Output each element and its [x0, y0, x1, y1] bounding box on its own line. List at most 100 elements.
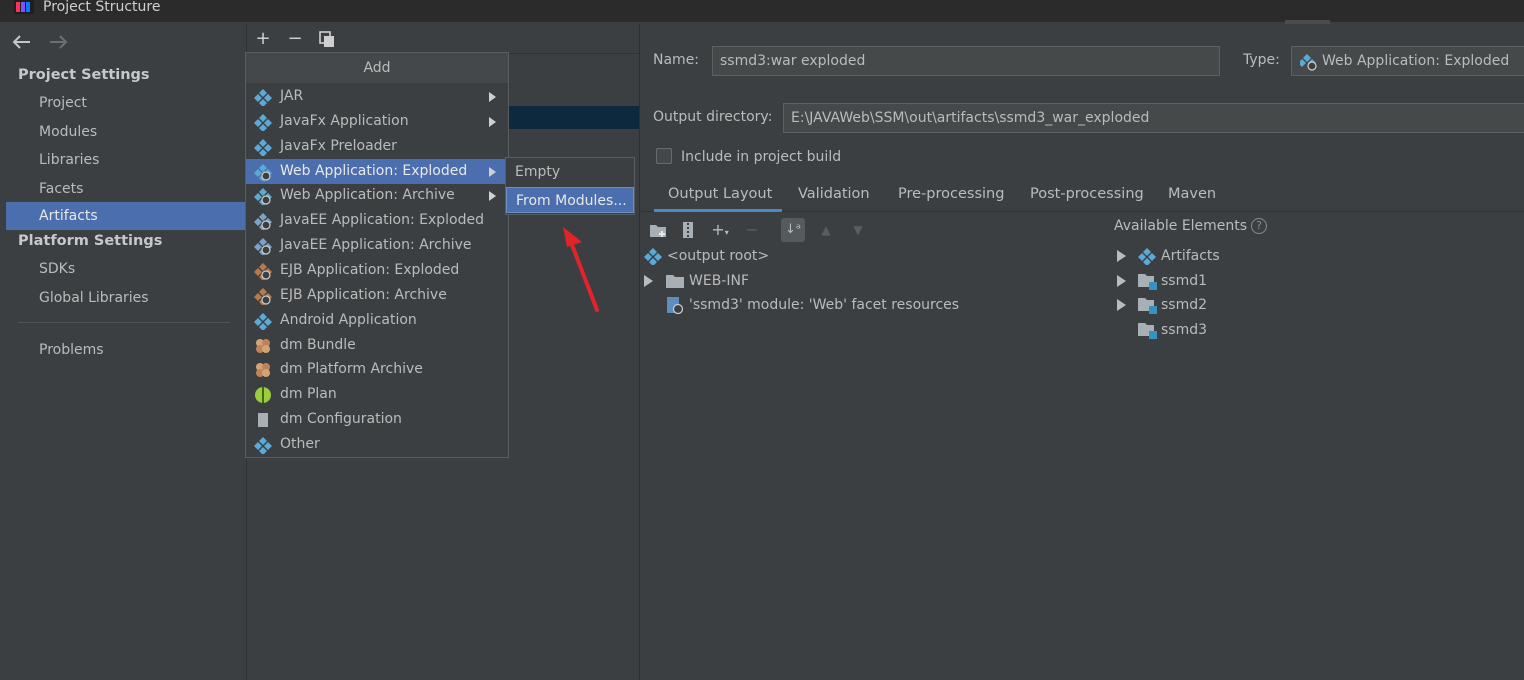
output-directory-label: Output directory:	[653, 109, 773, 125]
menu-item-android-application[interactable]: Android Application	[246, 308, 508, 333]
menu-item-javaee-application-exploded[interactable]: JavaEE Application: Exploded	[246, 208, 508, 233]
javaee-application-archive-icon	[254, 238, 272, 256]
available-ssmd3-label: ssmd3	[1161, 322, 1208, 338]
copy-icon[interactable]	[319, 31, 335, 48]
window-title: Project Structure	[43, 0, 161, 15]
sidebar-item-libraries[interactable]: Libraries	[6, 147, 245, 173]
available-item-ssmd2[interactable]: ssmd2	[1117, 293, 1317, 317]
android-application-icon	[254, 312, 272, 330]
artifact-tabs: Output Layout Validation Pre-processing …	[640, 180, 1524, 212]
active-tab-underline	[654, 209, 782, 212]
menu-item-dm-platform-archive[interactable]: dm Platform Archive	[246, 357, 508, 382]
add-artifact-button[interactable]: +	[253, 30, 273, 48]
include-in-build-label: Include in project build	[681, 149, 842, 165]
tree-row-web-inf[interactable]: WEB-INF	[644, 269, 844, 293]
submenu-item-from-modules[interactable]: From Modules...	[506, 187, 634, 213]
dm-platform-archive-icon	[256, 363, 270, 378]
menu-item-javaee-application-archive[interactable]: JavaEE Application: Archive	[246, 233, 508, 258]
web-application-archive-icon	[254, 188, 272, 206]
artifact-type-select[interactable]: Web Application: Exploded	[1291, 46, 1524, 76]
expand-arrow-icon[interactable]	[1117, 250, 1126, 262]
tab-output-layout[interactable]: Output Layout	[668, 186, 772, 202]
add-menu-header: Add	[246, 53, 508, 83]
output-directory-field[interactable]: E:\JAVAWeb\SSM\out\artifacts\ssmd3_war_e…	[783, 103, 1524, 133]
add-element-icon[interactable]: +▾	[708, 218, 732, 242]
tab-maven[interactable]: Maven	[1168, 186, 1216, 202]
web-inf-label: WEB-INF	[689, 273, 749, 289]
available-item-ssmd1[interactable]: ssmd1	[1117, 269, 1317, 293]
other-icon	[254, 436, 272, 454]
artifact-icon	[644, 248, 662, 265]
menu-item-label: JavaEE Application: Exploded	[280, 212, 484, 229]
tab-post-processing[interactable]: Post-processing	[1030, 186, 1144, 202]
submenu-arrow-icon	[489, 92, 496, 102]
expand-arrow-icon[interactable]	[644, 275, 653, 287]
submenu-arrow-icon	[489, 191, 496, 202]
forward-arrow-icon[interactable]	[46, 32, 70, 52]
menu-item-label: dm Platform Archive	[280, 361, 423, 378]
name-label: Name:	[653, 52, 700, 68]
artifact-name-field[interactable]: ssmd3:war exploded	[712, 46, 1220, 76]
sort-elements-icon[interactable]: ↓ᵃ	[781, 218, 805, 242]
javafx-application-icon	[254, 113, 272, 131]
available-item-ssmd3[interactable]: ssmd3	[1117, 318, 1317, 342]
sidebar-item-modules[interactable]: Modules	[6, 119, 245, 145]
sidebar-item-sdks[interactable]: SDKs	[6, 256, 245, 282]
menu-item-label: dm Bundle	[280, 336, 356, 353]
sidebar-divider	[18, 322, 230, 323]
available-elements-label: Available Elements	[1114, 218, 1248, 234]
remove-artifact-button[interactable]: −	[285, 30, 305, 48]
sidebar-item-global-libraries[interactable]: Global Libraries	[6, 285, 245, 311]
module-folder-icon	[1138, 274, 1157, 290]
submenu-item-empty[interactable]: Empty	[506, 159, 634, 185]
artifact-type-value: Web Application: Exploded	[1322, 53, 1510, 69]
artifact-details-panel: Name: ssmd3:war exploded Type: Web Appli…	[639, 24, 1524, 680]
menu-item-dm-configuration[interactable]: dm Configuration	[246, 407, 508, 432]
menu-item-javafx-application[interactable]: JavaFx Application	[246, 109, 508, 134]
menu-item-javafx-preloader[interactable]: JavaFx Preloader	[246, 134, 508, 159]
menu-item-label: Android Application	[280, 311, 417, 328]
available-artifacts-label: Artifacts	[1161, 248, 1220, 264]
menu-item-web-application-archive[interactable]: Web Application: Archive	[246, 183, 508, 208]
project-settings-header: Project Settings	[18, 67, 150, 83]
archive-icon[interactable]	[676, 218, 700, 242]
help-icon[interactable]: ?	[1251, 218, 1268, 234]
expand-arrow-icon[interactable]	[1117, 275, 1126, 287]
folder-icon	[666, 275, 684, 288]
sidebar-item-project[interactable]: Project	[6, 90, 245, 116]
available-ssmd1-label: ssmd1	[1161, 273, 1208, 289]
menu-item-label: JavaEE Application: Archive	[280, 237, 472, 254]
tree-row-facet-resources[interactable]: 'ssmd3' module: 'Web' facet resources	[666, 293, 996, 317]
include-in-build-checkbox[interactable]	[656, 148, 672, 164]
add-artifact-menu: Add JAR JavaFx Application JavaFx Preloade…	[245, 52, 509, 458]
tab-validation[interactable]: Validation	[798, 186, 870, 202]
back-arrow-icon[interactable]	[10, 32, 34, 52]
tab-pre-processing[interactable]: Pre-processing	[898, 186, 1004, 202]
move-up-icon[interactable]: ▲	[814, 218, 838, 242]
menu-item-web-application-exploded[interactable]: Web Application: Exploded	[246, 158, 508, 184]
expand-arrow-icon[interactable]	[1117, 299, 1126, 311]
menu-item-other[interactable]: Other	[246, 432, 508, 457]
menu-item-ejb-application-archive[interactable]: EJB Application: Archive	[246, 283, 508, 308]
ejb-application-exploded-icon	[254, 262, 272, 280]
sidebar-item-artifacts[interactable]: Artifacts	[6, 202, 245, 230]
remove-element-icon[interactable]: −	[740, 218, 764, 242]
dm-plan-icon	[255, 387, 271, 404]
sidebar-item-problems[interactable]: Problems	[6, 337, 245, 363]
artifact-icon	[1138, 248, 1156, 265]
web-application-exploded-icon	[254, 163, 272, 181]
menu-item-jar[interactable]: JAR	[246, 84, 508, 109]
sidebar-item-facets[interactable]: Facets	[6, 176, 245, 202]
javafx-preloader-icon	[254, 138, 272, 156]
menu-item-dm-bundle[interactable]: dm Bundle	[246, 333, 508, 358]
menu-item-dm-plan[interactable]: dm Plan	[246, 382, 508, 407]
menu-item-label: JAR	[280, 88, 304, 104]
type-label: Type:	[1243, 52, 1280, 68]
web-facet-icon	[667, 297, 684, 314]
intellij-app-icon	[14, 0, 34, 14]
move-down-icon[interactable]: ▼	[846, 218, 870, 242]
module-folder-icon	[1138, 323, 1157, 339]
new-directory-icon[interactable]	[646, 218, 670, 242]
available-item-artifacts[interactable]: Artifacts	[1117, 244, 1317, 268]
menu-item-ejb-application-exploded[interactable]: EJB Application: Exploded	[246, 258, 508, 283]
